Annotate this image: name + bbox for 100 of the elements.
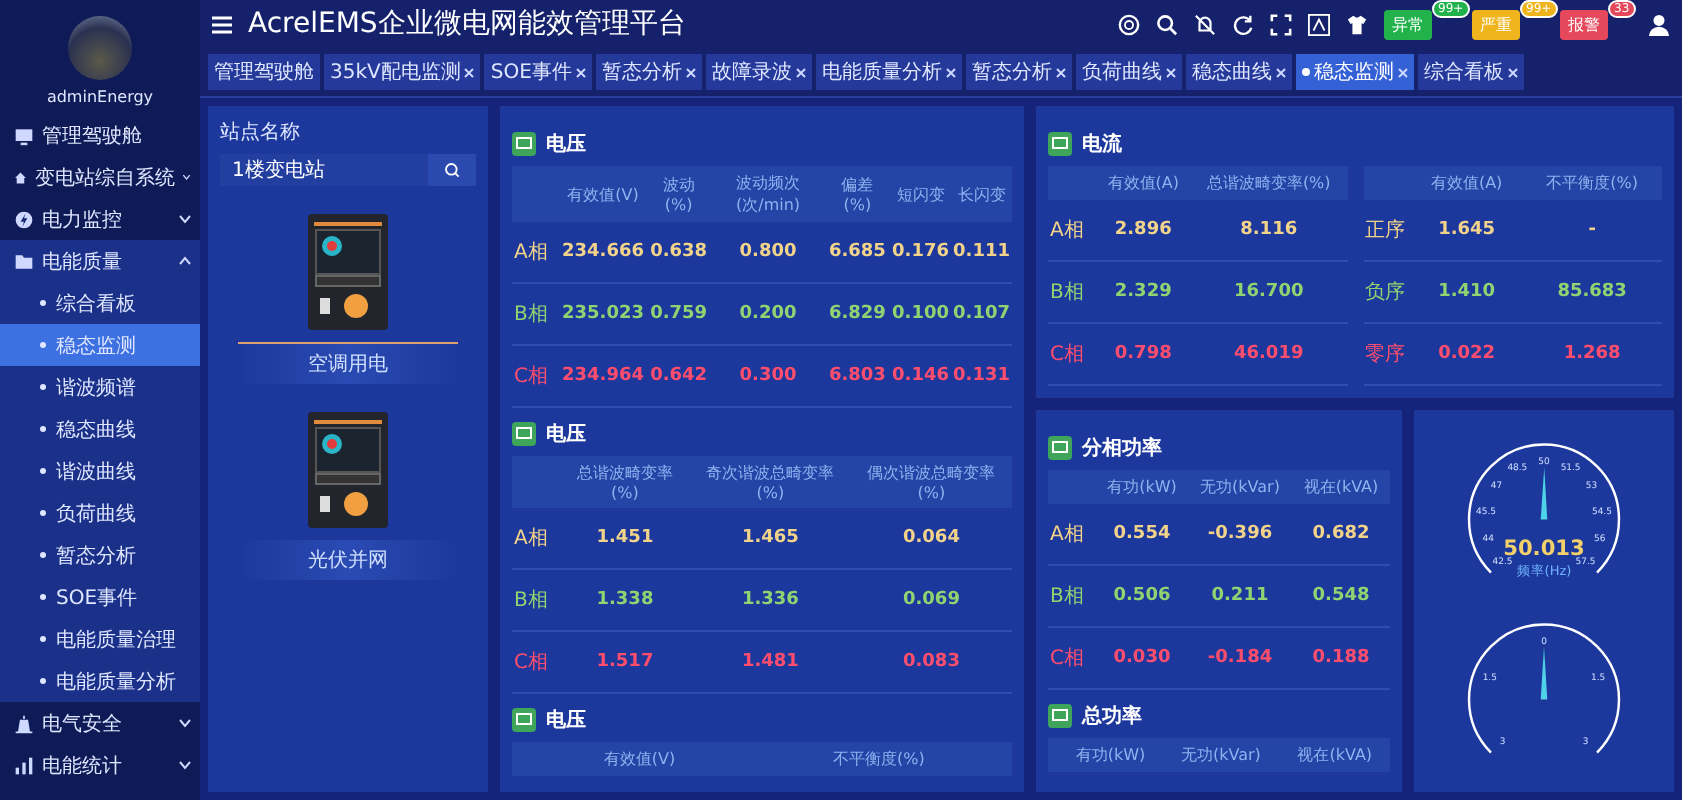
close-icon[interactable] [945, 67, 956, 77]
column-header: 波动频次(次/min) [711, 166, 825, 222]
sidebar-item[interactable]: 电能质量 [0, 240, 200, 282]
tab[interactable]: 电能质量分析 [815, 54, 962, 90]
table-cell: 0.759 [646, 283, 712, 345]
column-header: 有效值(V) [560, 166, 646, 222]
bell-off-icon[interactable] [1194, 13, 1216, 35]
table-cell: 1.481 [689, 631, 851, 693]
power-icon [1048, 704, 1072, 728]
submenu-item[interactable]: 稳态曲线 [0, 408, 200, 450]
tab[interactable]: 综合看板 [1417, 54, 1524, 90]
table-cell: 1.645 [1411, 200, 1523, 261]
refresh-icon[interactable] [1232, 13, 1254, 35]
submenu-item[interactable]: 谐波频谱 [0, 366, 200, 408]
submenu-item[interactable]: 暂态分析 [0, 534, 200, 576]
submenu-item[interactable]: 电能质量分析 [0, 660, 200, 702]
table-cell: 0.100 [890, 283, 951, 345]
tab[interactable]: 稳态监测 [1295, 54, 1414, 90]
meter-device-drawing [304, 210, 392, 334]
close-icon[interactable] [575, 67, 586, 77]
sidebar-item[interactable]: 管理驾驶舱 [0, 114, 200, 156]
tab[interactable]: 管理驾驶舱 [208, 54, 320, 90]
row-label: 零序 [1363, 323, 1411, 385]
submenu-item[interactable]: 负荷曲线 [0, 492, 200, 534]
search-icon [444, 162, 460, 178]
close-icon[interactable] [464, 67, 475, 77]
row-label: A相 [1048, 504, 1096, 565]
close-icon[interactable] [1165, 67, 1176, 77]
tab[interactable]: 暂态分析 [965, 54, 1072, 90]
tab[interactable]: 稳态曲线 [1185, 54, 1292, 90]
device-item[interactable]: 空调用电 [238, 342, 458, 384]
table-cell: 234.666 [560, 222, 646, 283]
panel-title: 电流 [1082, 130, 1122, 158]
column-header: 有功(kW) [1058, 738, 1163, 772]
folder-icon [14, 251, 34, 271]
alert-badge[interactable]: 报警 [1560, 9, 1608, 39]
row-label: 负序 [1363, 261, 1411, 323]
close-icon[interactable] [1275, 67, 1286, 77]
table-cell: 0.176 [890, 222, 951, 283]
table-cell: 46.019 [1190, 323, 1347, 385]
table-cell: 1.517 [560, 631, 690, 693]
table-cell: 6.803 [824, 345, 891, 407]
column-header: 视在(kVA) [1279, 738, 1390, 772]
close-icon[interactable] [1055, 67, 1066, 77]
sidebar-item[interactable]: 变电站综自系统 [0, 156, 200, 198]
search-button[interactable] [428, 154, 476, 186]
voltage-icon [512, 708, 536, 732]
tab[interactable]: 35kV配电监测 [324, 54, 481, 90]
table-cell: 234.964 [560, 345, 646, 407]
menu-icon[interactable] [212, 15, 232, 33]
table-cell: 1.268 [1522, 323, 1662, 385]
table-cell: 0.642 [646, 345, 712, 407]
lightning-icon [14, 209, 34, 229]
monitor-icon [14, 125, 34, 145]
close-icon[interactable] [1507, 67, 1518, 77]
submenu-item[interactable]: 综合看板 [0, 282, 200, 324]
row-label: C相 [512, 631, 560, 693]
table-cell: 6.685 [824, 222, 891, 283]
table-cell: 6.829 [824, 283, 891, 345]
tab[interactable]: 故障录波 [705, 54, 812, 90]
submenu-item[interactable]: SOE事件 [0, 576, 200, 618]
close-icon[interactable] [1397, 67, 1408, 77]
sidebar-item[interactable]: 电力监控 [0, 198, 200, 240]
fullscreen-icon[interactable] [1270, 13, 1292, 35]
submenu-item[interactable]: 稳态监测 [0, 324, 200, 366]
table-cell: 0.506 [1096, 565, 1188, 627]
close-icon[interactable] [795, 67, 806, 77]
submenu-item[interactable]: 谐波曲线 [0, 450, 200, 492]
column-header: 视在(kVA) [1292, 470, 1390, 504]
table-cell: - [1522, 200, 1662, 261]
search-icon[interactable] [1156, 13, 1178, 35]
table-cell: 85.683 [1522, 261, 1662, 323]
column-header: 有效值(V) [533, 742, 746, 776]
column-header: 无功(kVar) [1187, 470, 1293, 504]
shirt-icon[interactable] [1346, 13, 1368, 35]
user-icon[interactable] [1648, 13, 1670, 35]
tab[interactable]: 负荷曲线 [1075, 54, 1182, 90]
column-header: 总谐波畸变率(%) [560, 456, 690, 508]
table-cell: 0.200 [711, 283, 825, 345]
beacon-icon [14, 713, 34, 733]
column-header: 偶次谐波总畸变率(%) [850, 456, 1012, 508]
tab[interactable]: 暂态分析 [595, 54, 702, 90]
row-label: B相 [512, 283, 560, 345]
panel-title: 电压 [546, 131, 586, 158]
table-cell: 0.146 [890, 345, 951, 407]
row-label: A相 [512, 222, 560, 283]
station-search-field[interactable]: 1楼变电站 [220, 154, 428, 186]
sidebar-item[interactable]: 电气安全 [0, 702, 200, 744]
close-icon[interactable] [685, 67, 696, 77]
row-label: 正序 [1363, 200, 1411, 261]
column-header: 不平衡度(%) [745, 742, 1012, 776]
sidebar-item[interactable]: 电能统计 [0, 744, 200, 786]
table-cell: 2.896 [1096, 200, 1191, 261]
chevron-icon [178, 718, 192, 728]
tab[interactable]: SOE事件 [484, 54, 592, 90]
power-icon [1048, 436, 1072, 460]
column-header: 奇次谐波总畸变率(%) [689, 456, 851, 508]
table-cell: 0.083 [850, 631, 1012, 693]
submenu-item[interactable]: 电能质量治理 [0, 618, 200, 660]
voltage-icon [512, 422, 536, 446]
